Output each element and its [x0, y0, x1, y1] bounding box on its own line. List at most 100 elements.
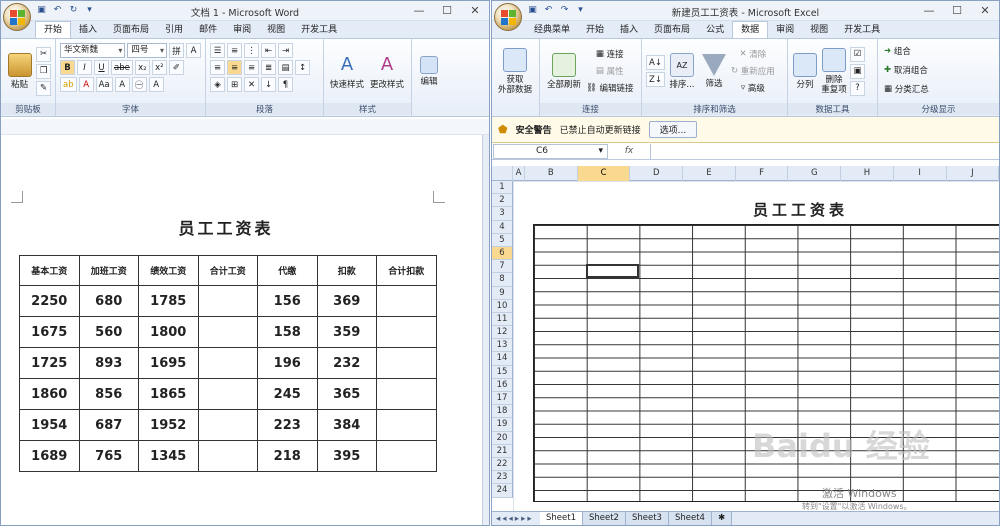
excel-close-button[interactable]: ✕ [971, 1, 999, 20]
table-cell[interactable]: 232 [316, 347, 377, 379]
highlight-icon[interactable]: ab [60, 77, 77, 92]
table-cell[interactable]: 1860 [19, 378, 80, 410]
table-cell[interactable]: 223 [257, 409, 318, 441]
row-header[interactable]: 19 [492, 418, 513, 432]
sort-button[interactable]: AZ 排序... [666, 42, 698, 100]
header-cell[interactable]: 基本工资 [19, 255, 80, 286]
row-header[interactable]: 13 [492, 339, 513, 353]
header-cell[interactable]: 绩效工资 [138, 255, 199, 286]
line-spacing-icon[interactable]: ↕ [295, 60, 310, 75]
format-painter-icon[interactable]: ✎ [36, 80, 51, 96]
table-cell[interactable] [376, 378, 437, 410]
word-tab-mailings[interactable]: 邮件 [191, 22, 225, 38]
row-header[interactable]: 22 [492, 457, 513, 472]
row-header[interactable]: 10 [492, 299, 513, 313]
excel-tab-classic-menu[interactable]: 经典菜单 [526, 22, 578, 38]
increase-indent-icon[interactable]: ⇥ [278, 43, 293, 58]
edit-links-button[interactable]: ⛓ 编辑链接 [585, 81, 635, 95]
table-cell[interactable]: 245 [257, 378, 318, 410]
sheet-tab-sheet2[interactable]: Sheet2 [582, 512, 626, 525]
advanced-filter-button[interactable]: ▿ 高级 [730, 81, 776, 95]
formula-input[interactable] [650, 143, 999, 159]
table-cell[interactable]: 369 [316, 285, 377, 317]
justify-icon[interactable]: ≣ [261, 60, 276, 75]
sort-icon[interactable]: ↓ [261, 77, 276, 92]
clear-format-icon[interactable]: ✐ [168, 60, 184, 75]
table-cell[interactable]: 1725 [19, 347, 80, 379]
table-cell[interactable] [197, 316, 258, 348]
sort-asc-icon[interactable]: A↓ [646, 55, 665, 70]
cell-area[interactable]: 员工工资表 [513, 181, 999, 511]
remove-duplicates-button[interactable]: 删除 重复项 [819, 42, 849, 100]
insert-sheet-icon[interactable]: ✱ [711, 512, 733, 525]
show-marks-icon[interactable]: ¶ [278, 77, 293, 92]
properties-button[interactable]: ▤ 属性 [585, 64, 635, 78]
sheet-nav-arrows-icon[interactable]: ◂◂◂▸▸▸ [492, 514, 540, 524]
column-header[interactable]: F [736, 166, 789, 181]
table-cell[interactable]: 365 [316, 378, 377, 410]
grow-font-icon[interactable]: A [148, 77, 164, 92]
sheet-title-cell[interactable]: 员工工资表 [753, 199, 848, 220]
sheet-tab-sheet1[interactable]: Sheet1 [540, 512, 583, 525]
sheet-tab-sheet3[interactable]: Sheet3 [625, 512, 669, 525]
row-header[interactable]: 5 [492, 233, 513, 247]
column-header[interactable]: A [513, 166, 525, 181]
char-border-icon[interactable]: A [186, 43, 201, 58]
table-cell[interactable]: 1695 [138, 347, 199, 379]
security-options-button[interactable]: 选项... [648, 121, 698, 138]
font-size-combo[interactable]: 四号 [127, 43, 167, 58]
table-cell[interactable]: 196 [257, 347, 318, 379]
shading-icon[interactable]: A [114, 77, 130, 92]
table-cell[interactable]: 560 [78, 316, 139, 348]
header-cell[interactable]: 合计扣款 [376, 255, 437, 286]
word-tab-view[interactable]: 视图 [259, 22, 293, 38]
table-cell[interactable] [376, 409, 437, 441]
column-header[interactable]: J [947, 166, 999, 181]
subtotal-button[interactable]: ▦ 分类汇总 [883, 82, 996, 96]
enclose-char-icon[interactable]: ㊀ [131, 77, 147, 92]
table-cell[interactable] [197, 347, 258, 379]
sort-desc-icon[interactable]: Z↓ [646, 72, 665, 87]
change-styles-button[interactable]: A 更改样式 [367, 42, 407, 100]
excel-tab-formulas[interactable]: 公式 [698, 22, 732, 38]
table-cell[interactable]: 1952 [138, 409, 199, 441]
distributed-icon[interactable]: ▤ [278, 60, 293, 75]
table-cell[interactable]: 1345 [138, 440, 199, 472]
change-case-icon[interactable]: Aa [95, 77, 113, 92]
table-cell[interactable]: 1785 [138, 285, 199, 317]
text-to-columns-button[interactable]: 分列 [791, 42, 819, 100]
word-document-area[interactable]: 员工工资表 基本工资 加班工资 绩效工资 合计工资 代缴 扣款 合计扣款 225… [1, 119, 489, 525]
select-all-corner[interactable] [492, 166, 513, 181]
column-header[interactable]: D [630, 166, 684, 181]
row-header[interactable]: 12 [492, 326, 513, 340]
column-header[interactable]: G [788, 166, 842, 181]
copy-icon[interactable]: ❐ [36, 63, 51, 79]
reapply-button[interactable]: ↻ 重新应用 [730, 64, 776, 78]
what-if-icon[interactable]: ? [850, 80, 865, 96]
filter-button[interactable]: 筛选 [698, 42, 730, 100]
table-cell[interactable] [197, 285, 258, 317]
table-cell[interactable]: 680 [78, 285, 139, 317]
excel-tab-layout[interactable]: 页面布局 [646, 22, 698, 38]
word-tab-references[interactable]: 引用 [157, 22, 191, 38]
multilevel-list-icon[interactable]: ⋮ [244, 43, 259, 58]
table-cell[interactable] [376, 347, 437, 379]
excel-minimize-button[interactable]: — [915, 1, 943, 20]
row-header[interactable]: 8 [492, 273, 513, 287]
column-header[interactable]: B [525, 166, 578, 181]
row-header[interactable]: 16 [492, 378, 513, 392]
column-header[interactable]: I [894, 166, 947, 181]
subscript-icon[interactable]: x₂ [134, 60, 150, 75]
connections-button[interactable]: ▦ 连接 [585, 47, 635, 61]
word-tab-home[interactable]: 开始 [35, 21, 72, 38]
table-cell[interactable]: 856 [78, 378, 139, 410]
decrease-indent-icon[interactable]: ⇤ [261, 43, 276, 58]
row-header[interactable]: 21 [492, 444, 513, 458]
row-header[interactable]: 2 [492, 194, 513, 208]
table-cell[interactable] [197, 440, 258, 472]
word-vertical-scrollbar[interactable] [482, 135, 489, 525]
word-office-button[interactable] [3, 3, 31, 31]
column-header[interactable]: H [841, 166, 894, 181]
table-cell[interactable] [376, 285, 437, 317]
asian-layout-icon[interactable]: ✕ [244, 77, 259, 92]
